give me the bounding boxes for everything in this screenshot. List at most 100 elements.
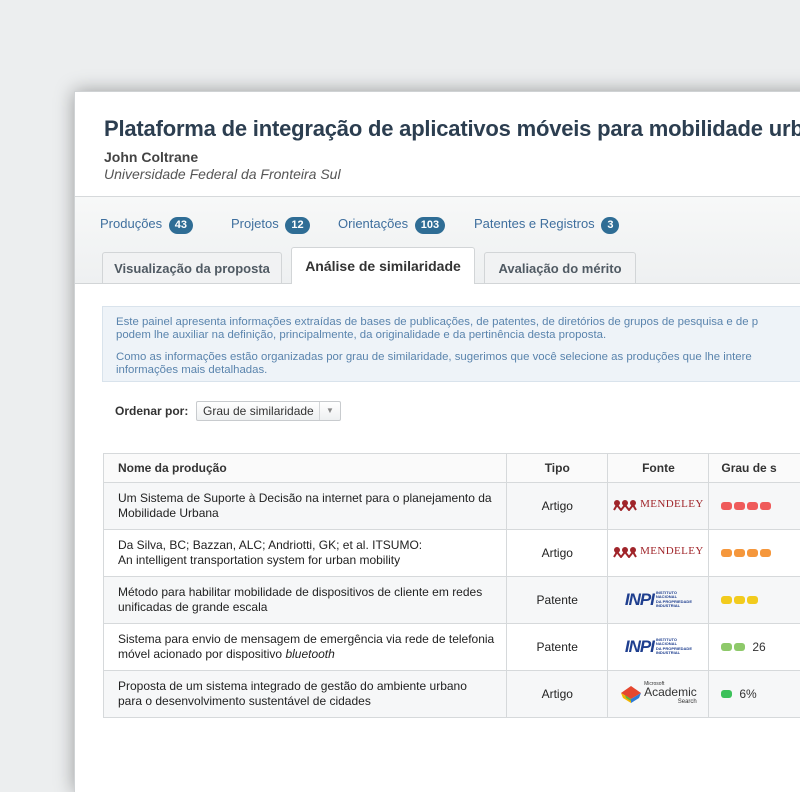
production-name[interactable]: Da Silva, BC; Bazzan, ALC; Andriotti, GK… — [104, 530, 507, 577]
similarity-bar — [747, 596, 758, 604]
production-source: INPI INSTITUTONACIONALDA PROPRIEDADEINDU… — [608, 624, 709, 671]
production-source: MENDELEY — [608, 530, 709, 577]
table-row[interactable]: Sistema para envio de mensagem de emergê… — [104, 624, 800, 671]
count-projetos[interactable]: Projetos 12 — [231, 216, 310, 234]
production-name[interactable]: Proposta de um sistema integrado de gest… — [104, 671, 507, 718]
column-header-source[interactable]: Fonte — [608, 454, 709, 483]
similarity-bar — [760, 549, 771, 557]
similarity-bar — [721, 643, 732, 651]
production-type: Artigo — [507, 483, 608, 530]
chevron-down-icon[interactable]: ▼ — [319, 402, 340, 420]
name-line: para o desenvolvimento sustentável de ci… — [118, 694, 371, 708]
inpi-subtitle: INSTITUTONACIONALDA PROPRIEDADEINDUSTRIA… — [656, 638, 692, 656]
similarity-percent: 6% — [739, 687, 756, 701]
production-name[interactable]: Método para habilitar mobilidade de disp… — [104, 577, 507, 624]
academic-mortarboard-icon — [620, 684, 642, 704]
mendeley-wordmark: MENDELEY — [640, 544, 704, 559]
similarity-bar — [734, 596, 745, 604]
count-orientacoes[interactable]: Orientações 103 — [338, 216, 445, 234]
info-text: Como as informações estão organizadas po… — [116, 351, 800, 376]
info-line: Como as informações estão organizadas po… — [116, 351, 752, 363]
similarity-bar — [734, 549, 745, 557]
inpi-sub-line: INDUSTRIAL — [656, 603, 680, 608]
proposal-window: Plataforma de integração de aplicativos … — [74, 91, 800, 792]
similarity-bar — [721, 502, 732, 510]
name-emphasis: bluetooth — [285, 647, 334, 661]
name-line: Da Silva, BC; Bazzan, ALC; Andriotti, GK… — [118, 538, 422, 552]
name-line: Um Sistema de Suporte à Decisão na inter… — [118, 491, 492, 505]
info-line: Este painel apresenta informações extraí… — [116, 316, 758, 328]
table-row[interactable]: Método para habilitar mobilidade de disp… — [104, 577, 800, 624]
mendeley-logo: MENDELEY — [613, 544, 704, 559]
similarity-cell: 26 — [709, 624, 800, 671]
inpi-logo: INPI INSTITUTONACIONALDA PROPRIEDADEINDU… — [625, 591, 692, 609]
similarity-cell: 6% — [709, 671, 800, 718]
production-type: Artigo — [507, 530, 608, 577]
production-type: Patente — [507, 577, 608, 624]
similarity-cell — [709, 577, 800, 624]
name-line: móvel acionado por dispositivo — [118, 647, 285, 661]
name-line: Proposta de um sistema integrado de gest… — [118, 679, 467, 693]
similarity-bar — [721, 596, 732, 604]
count-patentes[interactable]: Patentes e Registros 3 — [474, 216, 619, 234]
column-header-type[interactable]: Tipo — [507, 454, 608, 483]
inpi-wordmark: INPI — [625, 639, 654, 654]
tab-analise-similaridade[interactable]: Análise de similaridade — [291, 247, 475, 284]
similarity-bar — [747, 549, 758, 557]
name-line: Mobilidade Urbana — [118, 506, 219, 520]
similarity-cell — [709, 530, 800, 577]
proposal-header: Plataforma de integração de aplicativos … — [75, 92, 800, 197]
info-line: podem lhe auxiliar na definição, princip… — [116, 329, 606, 341]
mendeley-mark-icon — [613, 546, 637, 558]
sort-select[interactable]: Grau de similaridade ▼ — [196, 401, 341, 421]
production-name[interactable]: Um Sistema de Suporte à Decisão na inter… — [104, 483, 507, 530]
production-source: MicrosoftAcademicSearch — [608, 671, 709, 718]
name-line: An intelligent transportation system for… — [118, 553, 400, 567]
table-row[interactable]: Um Sistema de Suporte à Decisão na inter… — [104, 483, 800, 530]
count-label: Projetos — [231, 216, 279, 231]
count-producoes[interactable]: Produções 43 — [100, 216, 193, 234]
column-header-similarity[interactable]: Grau de s — [709, 454, 800, 483]
production-type: Artigo — [507, 671, 608, 718]
academic-search-logo: MicrosoftAcademicSearch — [620, 681, 697, 707]
author-name: John Coltrane — [104, 149, 198, 165]
proposal-title: Plataforma de integração de aplicativos … — [104, 116, 800, 142]
inpi-subtitle: INSTITUTONACIONALDA PROPRIEDADEINDUSTRIA… — [656, 591, 692, 609]
production-name[interactable]: Sistema para envio de mensagem de emergê… — [104, 624, 507, 671]
academic-wordmark: MicrosoftAcademicSearch — [644, 681, 697, 707]
similarity-bar — [734, 502, 745, 510]
similarity-bar — [721, 549, 732, 557]
similarity-bar — [760, 502, 771, 510]
table-row[interactable]: Da Silva, BC; Bazzan, ALC; Andriotti, GK… — [104, 530, 800, 577]
name-line: unificadas de grande escala — [118, 600, 267, 614]
similarity-percent: 26 — [752, 640, 765, 654]
count-badge: 12 — [285, 217, 309, 234]
similarity-bar — [747, 502, 758, 510]
tab-avaliacao-merito[interactable]: Avaliação do mérito — [484, 252, 636, 283]
tab-visualizacao[interactable]: Visualização da proposta — [102, 252, 282, 283]
mendeley-logo: MENDELEY — [613, 497, 704, 512]
column-header-name[interactable]: Nome da produção — [104, 454, 507, 483]
production-source: INPI INSTITUTONACIONALDA PROPRIEDADEINDU… — [608, 577, 709, 624]
sort-selected-value: Grau de similaridade — [203, 404, 314, 418]
inpi-wordmark: INPI — [625, 592, 654, 607]
count-label: Patentes e Registros — [474, 216, 595, 231]
info-panel: Este painel apresenta informações extraí… — [102, 306, 800, 382]
similarity-bar — [721, 690, 732, 698]
name-line: Sistema para envio de mensagem de emergê… — [118, 632, 494, 646]
production-source: MENDELEY — [608, 483, 709, 530]
table-header-row: Nome da produção Tipo Fonte Grau de s — [104, 454, 800, 483]
count-label: Orientações — [338, 216, 408, 231]
info-text: Este painel apresenta informações extraí… — [116, 316, 800, 341]
sort-label: Ordenar por: — [115, 404, 188, 418]
count-badge: 43 — [169, 217, 193, 234]
institution-name: Universidade Federal da Fronteira Sul — [104, 166, 341, 182]
mendeley-mark-icon — [613, 499, 637, 511]
count-badge: 103 — [415, 217, 445, 234]
inpi-logo: INPI INSTITUTONACIONALDA PROPRIEDADEINDU… — [625, 638, 692, 656]
info-line: informações mais detalhadas. — [116, 364, 267, 376]
count-label: Produções — [100, 216, 162, 231]
table-row[interactable]: Proposta de um sistema integrado de gest… — [104, 671, 800, 718]
similarity-cell — [709, 483, 800, 530]
inpi-sub-line: INDUSTRIAL — [656, 650, 680, 655]
